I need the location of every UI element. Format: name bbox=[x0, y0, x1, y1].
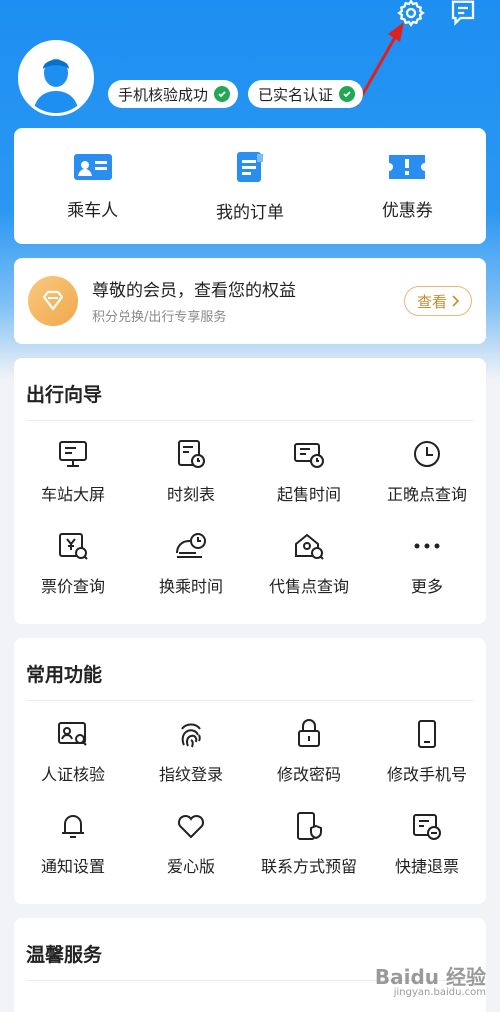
item-label: 修改密码 bbox=[276, 765, 341, 784]
my-orders-label: 我的订单 bbox=[215, 202, 284, 223]
change-password-button[interactable]: 修改密码 bbox=[250, 710, 368, 792]
watermark-text: Baidu 经验 bbox=[374, 964, 486, 989]
passenger-label: 乘车人 bbox=[67, 200, 119, 221]
fare-search-button[interactable]: 票价查询 bbox=[14, 522, 132, 604]
avatar[interactable] bbox=[18, 40, 94, 116]
realname-verified-badge: 已实名认证 bbox=[248, 80, 364, 108]
member-banner[interactable]: 尊敬的会员，查看您的权益 积分兑换/出行专享服务 查看 bbox=[14, 258, 486, 344]
passenger-icon bbox=[73, 153, 112, 180]
verification-badges: 手机核验成功 已实名认证 bbox=[108, 80, 364, 108]
member-title: 尊敬的会员，查看您的权益 bbox=[92, 281, 296, 301]
refund-ticket-icon bbox=[413, 814, 441, 840]
phone-icon bbox=[418, 720, 436, 748]
my-orders-button[interactable]: 我的订单 bbox=[180, 150, 320, 223]
diamond-icon bbox=[28, 276, 78, 326]
order-icon bbox=[236, 151, 263, 182]
item-label: 快捷退票 bbox=[394, 857, 459, 876]
section-title: 温馨服务 bbox=[26, 944, 103, 966]
change-phone-button[interactable]: 修改手机号 bbox=[368, 710, 486, 792]
clock-icon bbox=[414, 441, 440, 467]
item-label: 换乘时间 bbox=[158, 577, 223, 596]
contact-shield-icon bbox=[297, 812, 322, 840]
common-functions-section: 常用功能 人证核验 指纹登录 修改密码 修改手机号 通知设置 爱心版 联系方式预… bbox=[14, 638, 486, 904]
section-title: 常用功能 bbox=[26, 664, 103, 686]
watermark-url: jingyan.baidu.com bbox=[393, 986, 486, 998]
coupon-button[interactable]: 优惠券 bbox=[337, 152, 477, 221]
travel-guide-section: 出行向导 车站大屏 时刻表 起售时间 正晚点查询 票价查询 换乘时间 代售点查询… bbox=[14, 358, 486, 624]
member-subtitle: 积分兑换/出行专享服务 bbox=[92, 310, 227, 325]
more-icon bbox=[414, 543, 440, 549]
coupon-label: 优惠券 bbox=[381, 200, 433, 221]
agency-search-button[interactable]: 代售点查询 bbox=[250, 522, 368, 604]
fingerprint-icon bbox=[181, 723, 201, 748]
fare-search-icon bbox=[59, 533, 88, 560]
item-label: 通知设置 bbox=[40, 857, 105, 876]
phone-verified-badge: 手机核验成功 bbox=[108, 80, 239, 108]
item-label: 更多 bbox=[410, 577, 443, 596]
item-label: 时刻表 bbox=[166, 485, 215, 504]
quick-refund-button[interactable]: 快捷退票 bbox=[368, 802, 486, 884]
item-label: 修改手机号 bbox=[386, 765, 467, 784]
timetable-button[interactable]: 时刻表 bbox=[132, 430, 250, 512]
message-icon[interactable] bbox=[446, 0, 480, 30]
item-label: 人证核验 bbox=[40, 765, 105, 784]
item-label: 票价查询 bbox=[40, 577, 105, 596]
view-benefits-button[interactable]: 查看 bbox=[404, 286, 472, 316]
coupon-icon bbox=[389, 154, 426, 179]
more-button[interactable]: 更多 bbox=[368, 522, 486, 604]
divider bbox=[26, 420, 474, 421]
station-screen-button[interactable]: 车站大屏 bbox=[14, 430, 132, 512]
item-label: 车站大屏 bbox=[40, 485, 105, 504]
item-label: 联系方式预留 bbox=[260, 857, 357, 876]
section-title: 出行向导 bbox=[26, 384, 103, 406]
view-label: 查看 bbox=[416, 292, 447, 311]
item-label: 代售点查询 bbox=[268, 577, 349, 596]
chevron-right-icon bbox=[452, 295, 459, 307]
transfer-time-icon bbox=[176, 533, 206, 558]
bell-icon bbox=[62, 815, 84, 838]
item-label: 指纹登录 bbox=[158, 765, 223, 784]
care-mode-button[interactable]: 爱心版 bbox=[132, 802, 250, 884]
item-label: 正晚点查询 bbox=[386, 485, 467, 504]
quick-actions-card: 乘车人 我的订单 优惠券 bbox=[14, 128, 486, 244]
agency-search-icon bbox=[295, 533, 324, 560]
passenger-button[interactable]: 乘车人 bbox=[23, 152, 163, 221]
check-icon bbox=[339, 86, 356, 102]
badge-label: 已实名认证 bbox=[258, 85, 334, 104]
fingerprint-login-button[interactable]: 指纹登录 bbox=[132, 710, 250, 792]
check-icon bbox=[214, 86, 231, 102]
heart-icon bbox=[177, 814, 205, 839]
id-verify-icon bbox=[58, 722, 87, 746]
sale-time-button[interactable]: 起售时间 bbox=[250, 430, 368, 512]
lock-icon bbox=[298, 719, 320, 747]
watermark: Baidu 经验 jingyan.baidu.com bbox=[374, 964, 486, 999]
timetable-icon bbox=[178, 440, 205, 468]
station-screen-icon bbox=[59, 441, 87, 467]
sale-time-icon bbox=[294, 443, 324, 468]
badge-label: 手机核验成功 bbox=[118, 85, 209, 104]
item-label: 爱心版 bbox=[166, 857, 215, 876]
transfer-time-button[interactable]: 换乘时间 bbox=[132, 522, 250, 604]
divider bbox=[26, 700, 474, 701]
item-label: 起售时间 bbox=[276, 485, 341, 504]
id-verify-button[interactable]: 人证核验 bbox=[14, 710, 132, 792]
notification-settings-button[interactable]: 通知设置 bbox=[14, 802, 132, 884]
delay-search-button[interactable]: 正晚点查询 bbox=[368, 430, 486, 512]
contact-reserve-button[interactable]: 联系方式预留 bbox=[250, 802, 368, 884]
